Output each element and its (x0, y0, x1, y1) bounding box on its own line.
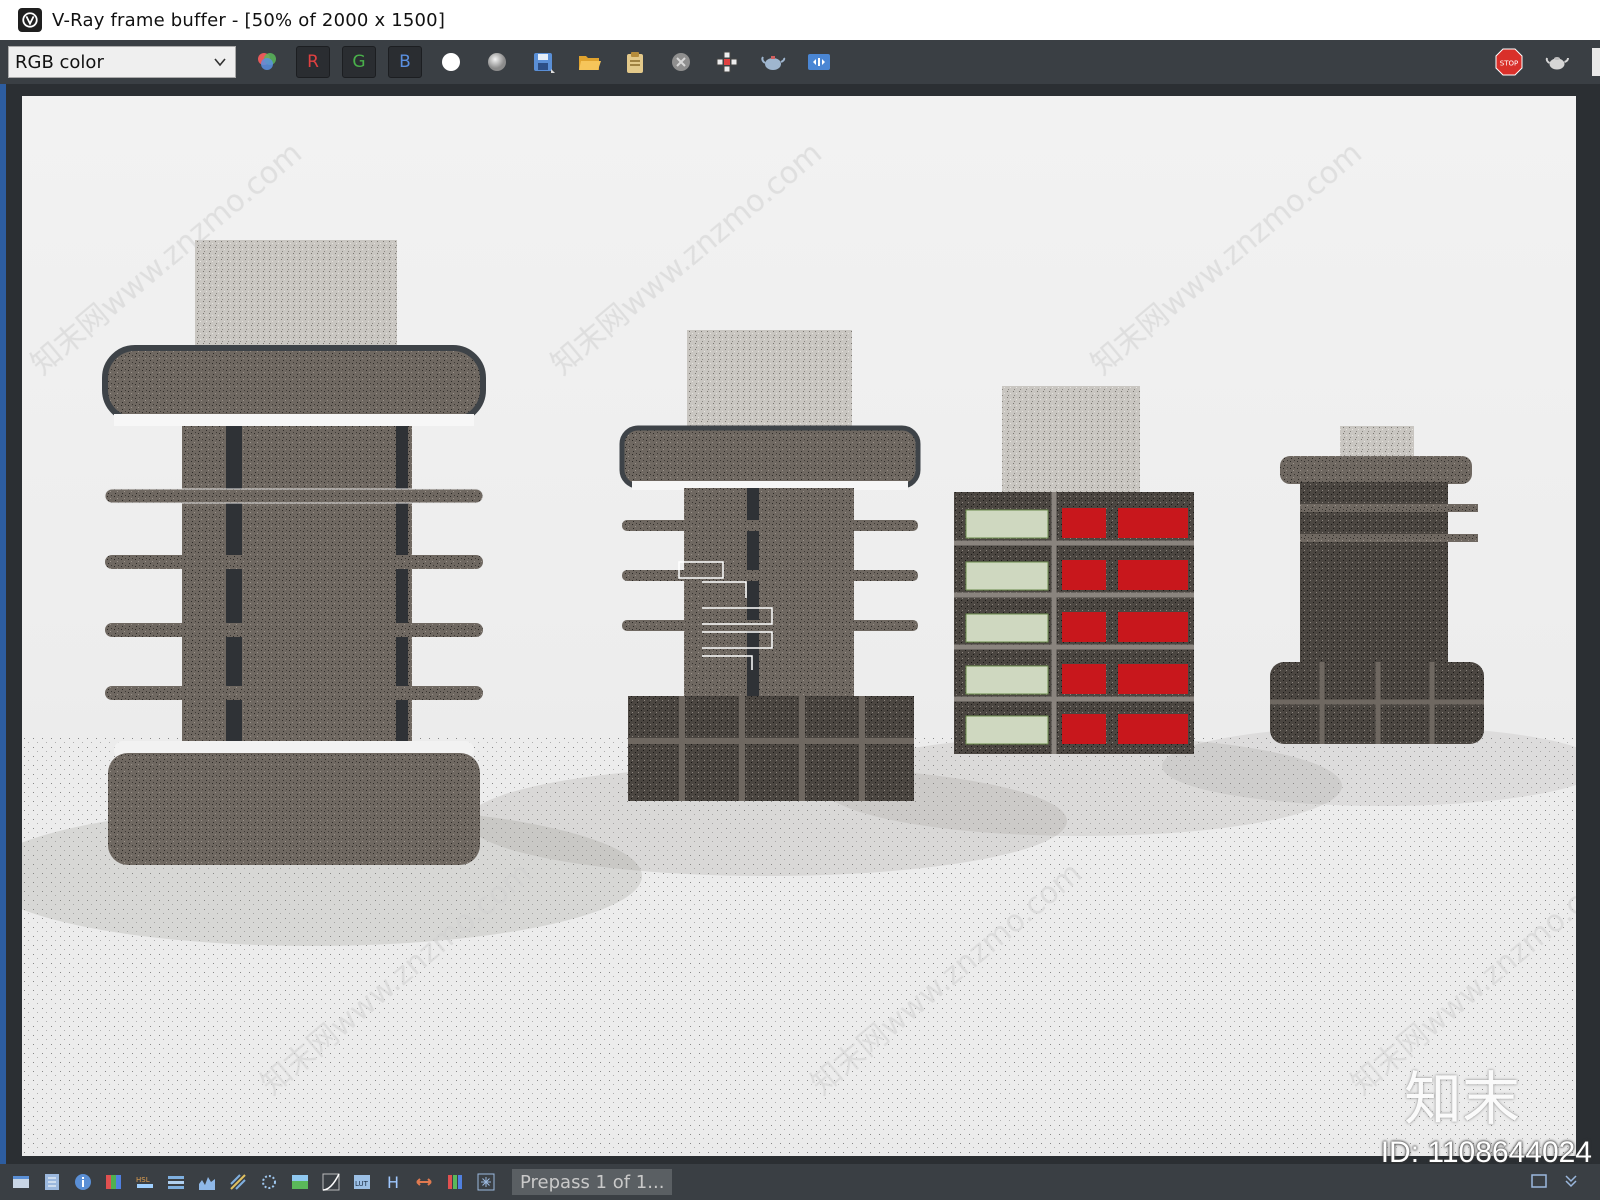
shelf-unit-1 (102, 240, 486, 865)
lens-effects-button[interactable] (258, 1171, 280, 1193)
render-button[interactable] (1540, 46, 1574, 78)
vray-logo-icon (18, 8, 42, 32)
white-circle-icon (442, 53, 460, 71)
svg-text:LUT: LUT (355, 1180, 369, 1188)
copy-to-clipboard-button[interactable] (618, 46, 652, 78)
brand-logo-text: 知末 (1403, 1065, 1520, 1133)
compare-button[interactable] (413, 1171, 435, 1193)
green-channel-label: G (352, 52, 366, 72)
history-icon (13, 1176, 29, 1188)
render-teapot-icon (761, 56, 786, 70)
save-icon (534, 53, 555, 73)
blue-channel-button[interactable]: B (388, 46, 422, 78)
hsl-button[interactable]: HSL (134, 1171, 156, 1193)
background-icon (292, 1175, 308, 1189)
track-mouse-button[interactable] (710, 46, 744, 78)
teapot-icon (1545, 57, 1569, 70)
stereo-icon (808, 54, 830, 70)
double-chevron-down-icon (1565, 1175, 1577, 1188)
color-bars-icon (448, 1175, 462, 1189)
info-icon (75, 1174, 91, 1190)
exposure-icon (230, 1174, 246, 1190)
curves-icon (322, 1173, 340, 1191)
restore-view-button[interactable] (1530, 1172, 1548, 1190)
svg-text:STOP: STOP (1500, 60, 1518, 68)
curves-button[interactable] (320, 1171, 342, 1193)
toolbar: RGB color R G B STOP (0, 40, 1600, 84)
green-channel-button[interactable]: G (342, 46, 376, 78)
info-button[interactable] (72, 1171, 94, 1193)
compare-icon (416, 1178, 432, 1186)
chevron-down-icon (214, 58, 226, 67)
render-elements-button[interactable] (41, 1171, 63, 1193)
vfb-color-button[interactable] (444, 1171, 466, 1193)
window-title: V-Ray frame buffer - [50% of 2000 x 1500… (52, 9, 446, 31)
hue-button[interactable]: H (382, 1171, 404, 1193)
render-last-button[interactable] (756, 46, 790, 78)
shelf-unit-2 (619, 330, 921, 801)
histogram-button[interactable] (196, 1171, 218, 1193)
open-folder-icon (579, 56, 601, 70)
levels-button[interactable] (165, 1171, 187, 1193)
window-icon (1531, 1174, 1547, 1188)
watermark-3: 知末网www.znzmo.com (1085, 136, 1369, 382)
hue-letter: H (386, 1172, 400, 1192)
render-scene: 知末网www.znzmo.com 知末网www.znzmo.com 知末网www… (22, 136, 1576, 1156)
load-image-button[interactable] (572, 46, 606, 78)
stop-icon: STOP (1495, 48, 1523, 76)
collapse-button[interactable] (1562, 1172, 1580, 1190)
asterisk-icon (477, 1173, 495, 1191)
color-channels-button[interactable] (250, 46, 284, 78)
background-button[interactable] (289, 1171, 311, 1193)
exposure-button[interactable] (227, 1171, 249, 1193)
red-channel-button[interactable]: R (296, 46, 330, 78)
clear-icon (672, 53, 690, 71)
status-right-controls (1516, 1172, 1580, 1190)
histogram-icon (199, 1177, 215, 1190)
color-balance-icon (106, 1175, 121, 1189)
clipboard-icon (627, 52, 643, 73)
title-bar: V-Ray frame buffer - [50% of 2000 x 1500… (0, 0, 1600, 40)
view-mono-gray-button[interactable] (480, 46, 514, 78)
history-button[interactable] (10, 1171, 32, 1193)
toolbar-right-group: STOP (1494, 46, 1584, 78)
svg-text:HSL: HSL (136, 1176, 150, 1184)
render-viewport[interactable]: 知末网www.znzmo.com 知末网www.znzmo.com 知末网www… (6, 84, 1600, 1169)
shelf-unit-3 (954, 386, 1194, 754)
hsl-icon: HSL (136, 1176, 153, 1188)
color-channels-icon (258, 53, 276, 70)
lens-effects-icon (262, 1175, 276, 1189)
rendered-image: 知末网www.znzmo.com 知末网www.znzmo.com 知末网www… (22, 96, 1576, 1156)
view-mono-white-button[interactable] (434, 46, 468, 78)
blue-channel-label: B (399, 52, 411, 72)
render-status-text: Prepass 1 of 1... (512, 1169, 673, 1195)
vray-frame-buffer-window: V-Ray frame buffer - [50% of 2000 x 1500… (0, 0, 1600, 1200)
stereo-view-button[interactable] (802, 46, 836, 78)
save-image-button[interactable] (526, 46, 560, 78)
status-bar: HSL LUT H Prepass 1 of 1... (0, 1164, 1600, 1200)
clear-image-button[interactable] (664, 46, 698, 78)
lut-icon: LUT (354, 1175, 370, 1189)
render-elements-icon (45, 1174, 59, 1190)
settings-button[interactable] (475, 1171, 497, 1193)
stop-render-button[interactable]: STOP (1494, 47, 1524, 77)
toolbar-scroll-stub (1592, 48, 1600, 76)
color-correction-button[interactable] (103, 1171, 125, 1193)
gray-circle-icon (488, 53, 506, 71)
region-render-icon (716, 51, 738, 73)
red-channel-label: R (307, 52, 319, 72)
channel-dropdown-value: RGB color (15, 51, 104, 73)
lut-button[interactable]: LUT (351, 1171, 373, 1193)
channel-dropdown[interactable]: RGB color (8, 46, 236, 78)
shelf-unit-4 (1270, 426, 1484, 744)
levels-icon (168, 1176, 184, 1189)
